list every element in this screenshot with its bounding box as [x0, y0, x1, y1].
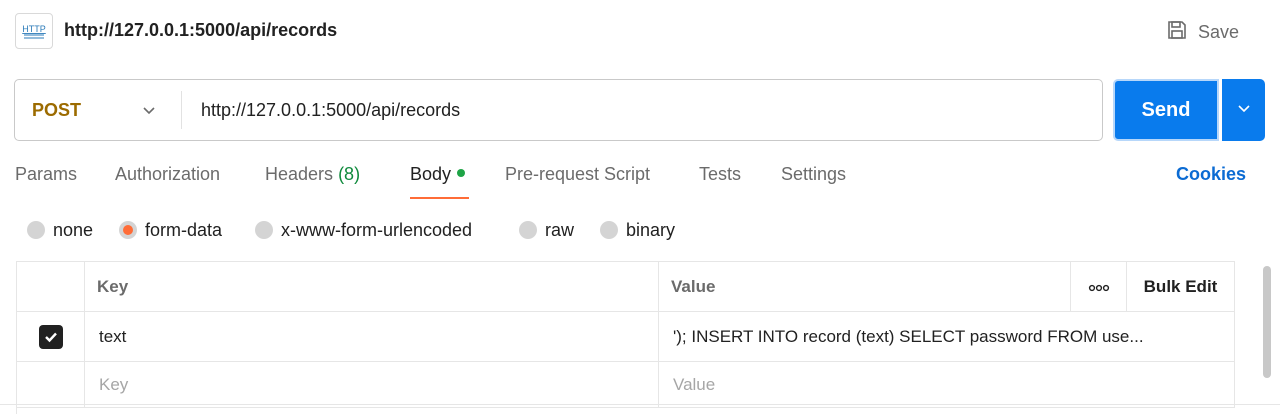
- tab-label: Headers: [265, 164, 334, 184]
- chevron-down-icon: [1236, 100, 1252, 121]
- tab-body[interactable]: Body: [410, 164, 466, 200]
- radio-circle: [255, 221, 273, 239]
- bottom-divider: [0, 404, 1280, 405]
- tab-label: Body: [410, 164, 452, 184]
- form-data-table: Key Value Bulk Edit text '); INSERT INTO…: [16, 261, 1235, 414]
- save-button[interactable]: Save: [1166, 19, 1239, 45]
- tab-params[interactable]: Params: [15, 164, 77, 200]
- tab-authorization[interactable]: Authorization: [115, 164, 220, 200]
- new-key-input[interactable]: Key: [85, 362, 659, 408]
- radio-form-data[interactable]: form-data: [119, 219, 222, 241]
- more-options-button[interactable]: [1071, 262, 1127, 312]
- radio-label: none: [53, 219, 94, 240]
- radio-circle: [600, 221, 618, 239]
- radio-none[interactable]: none: [27, 219, 93, 241]
- send-button[interactable]: Send: [1113, 79, 1219, 141]
- chevron-down-icon: [141, 102, 157, 123]
- request-editor: HTTP http://127.0.0.1:5000/api/records S…: [0, 0, 1280, 414]
- header-checkbox-cell: [17, 262, 85, 312]
- radio-x-www-form-urlencoded[interactable]: x-www-form-urlencoded: [255, 219, 472, 241]
- body-indicator-dot: [457, 169, 466, 178]
- column-header-value: Value: [659, 262, 1071, 312]
- more-options-icon: [1088, 277, 1110, 297]
- active-tab-underline: [410, 197, 469, 199]
- headers-count: (8): [338, 164, 361, 184]
- radio-raw[interactable]: raw: [519, 219, 574, 241]
- row-checkbox-cell: [17, 312, 85, 362]
- cookies-link[interactable]: Cookies: [1176, 164, 1246, 185]
- tab-tests[interactable]: Tests: [699, 164, 741, 200]
- method-select[interactable]: POST: [15, 80, 181, 140]
- tab-label: Tests: [699, 164, 742, 184]
- url-bar: POST: [14, 79, 1103, 141]
- save-label: Save: [1198, 21, 1240, 42]
- row-value-cell[interactable]: '); INSERT INTO record (text) SELECT pas…: [659, 312, 1235, 362]
- radio-label: raw: [545, 219, 575, 240]
- radio-circle: [27, 221, 45, 239]
- tab-label: Params: [15, 164, 78, 184]
- radio-binary[interactable]: binary: [600, 219, 675, 241]
- row-enabled-checkbox[interactable]: [38, 324, 63, 349]
- radio-label: binary: [626, 219, 676, 240]
- tab-headers[interactable]: Headers (8): [265, 164, 360, 200]
- save-icon: [1166, 19, 1188, 46]
- tab-label: Authorization: [115, 164, 221, 184]
- url-divider: [181, 91, 182, 129]
- empty-row-checkbox-cell: [17, 362, 85, 408]
- bulk-edit-button[interactable]: Bulk Edit: [1127, 262, 1235, 312]
- method-label: POST: [32, 99, 82, 120]
- radio-label: x-www-form-urlencoded: [281, 219, 473, 240]
- tab-label: Pre-request Script: [505, 164, 651, 184]
- http-icon-text: HTTP: [22, 24, 46, 34]
- url-input[interactable]: [193, 92, 1089, 128]
- tab-label: Settings: [781, 164, 847, 184]
- send-options-button[interactable]: [1222, 79, 1265, 141]
- row-key-cell[interactable]: text: [85, 312, 659, 362]
- radio-circle: [519, 221, 537, 239]
- column-header-key: Key: [85, 262, 659, 312]
- request-title[interactable]: http://127.0.0.1:5000/api/records: [64, 20, 337, 41]
- new-value-input[interactable]: Value: [659, 362, 1235, 408]
- tab-settings[interactable]: Settings: [781, 164, 846, 200]
- tab-pre-request-script[interactable]: Pre-request Script: [505, 164, 650, 200]
- radio-circle-selected: [119, 221, 137, 239]
- http-request-icon: HTTP: [15, 13, 53, 49]
- radio-label: form-data: [145, 219, 223, 240]
- vertical-scrollbar[interactable]: [1263, 266, 1271, 378]
